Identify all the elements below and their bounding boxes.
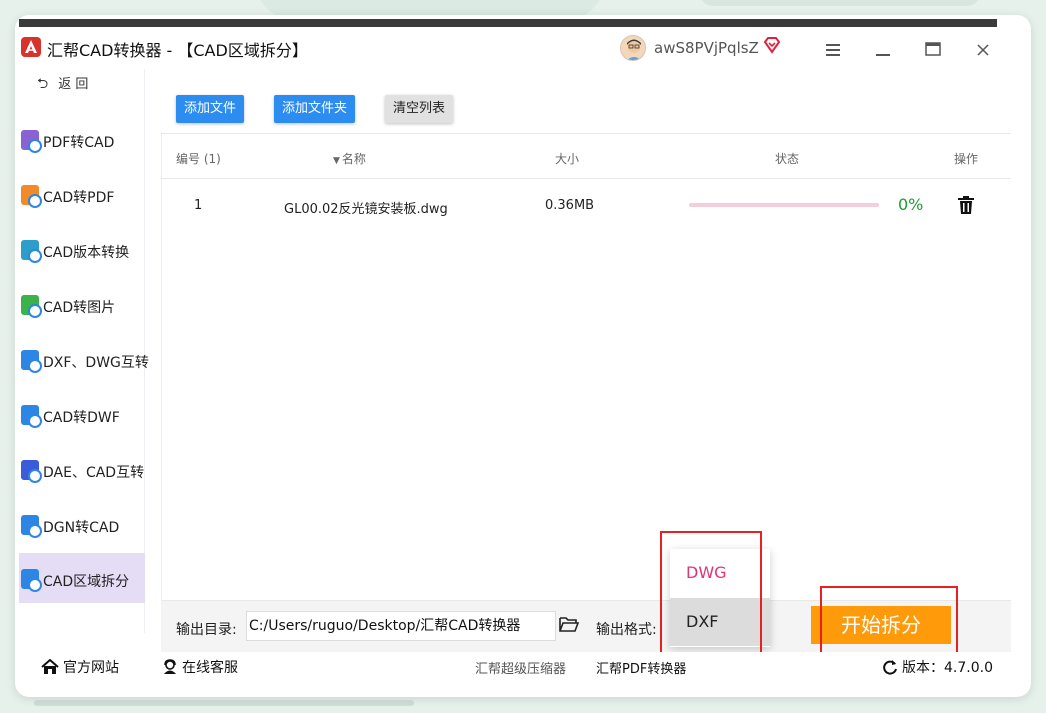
background-shape [34,700,414,706]
sidebar-item-label: PDF转CAD [43,135,115,151]
row-file-name: GL00.02反光镜安装板.dwg [284,202,448,217]
sidebar-item-cad-to-image[interactable]: CAD转图片 [19,279,145,329]
vip-diamond-icon[interactable] [763,36,781,54]
online-service-link[interactable]: 在线客服 [162,657,238,677]
cad-split-icon [21,569,42,592]
version-info[interactable]: 版本：4.7.0.0 [882,657,993,677]
maximize-button[interactable] [919,35,947,63]
username[interactable]: awS8PVjPqlsZ [654,39,759,57]
minimize-icon [876,54,890,56]
output-dir-input[interactable]: C:/Users/ruguo/Desktop/汇帮CAD转换器 [246,611,556,641]
sidebar-item-label: DXF、DWG互转 [43,355,149,371]
app-logo-icon [21,37,41,57]
version-label: 版本：4.7.0.0 [902,660,993,676]
user-avatar[interactable] [620,35,646,61]
sidebar-item-cad-split[interactable]: CAD区域拆分 [19,553,145,603]
clear-list-button[interactable]: 清空列表 [385,95,454,123]
sidebar-item-pdf-to-cad[interactable]: PDF转CAD [19,114,145,164]
minimize-button[interactable] [869,35,897,63]
sidebar-item-dxf-dwg[interactable]: DXF、DWG互转 [19,334,149,384]
maximize-icon [925,42,941,56]
hamburger-icon [826,44,840,56]
back-button[interactable]: ⮌ 返 回 [37,73,88,97]
add-folder-button[interactable]: 添加文件夹 [274,95,356,123]
pdf-converter-link[interactable]: 汇帮PDF转换器 [596,658,686,677]
column-size: 大小 [555,152,580,166]
official-website-label: 官方网站 [63,660,119,676]
sidebar: ⮌ 返 回 PDF转CAD CAD转PDF CAD版本转换 CAD转图片 DXF、… [19,69,149,633]
window-top-strip [19,19,997,27]
cad-to-dwf-icon [21,405,42,428]
dxf-dwg-icon [21,350,42,373]
sidebar-item-dae-cad[interactable]: DAE、CAD互转 [19,444,145,494]
row-progress-bar [689,203,879,207]
sidebar-item-label: CAD区域拆分 [43,574,130,590]
sidebar-item-cad-version[interactable]: CAD版本转换 [19,224,145,274]
row-progress-percent: 0% [898,195,924,214]
home-icon [41,659,59,674]
background-shape [700,0,980,6]
output-dir-label: 输出目录: [176,622,237,638]
compressor-link[interactable]: 汇帮超级压缩器 [475,658,566,677]
sidebar-item-cad-to-pdf[interactable]: CAD转PDF [19,169,145,219]
column-action: 操作 [954,152,979,166]
sidebar-item-dgn-to-cad[interactable]: DGN转CAD [19,499,145,549]
sidebar-item-cad-to-dwf[interactable]: CAD转DWF [19,389,145,439]
sidebar-item-label: DAE、CAD互转 [43,465,145,481]
sidebar-item-label: CAD转图片 [43,300,116,316]
cad-version-icon [21,240,42,263]
add-file-button[interactable]: 添加文件 [176,95,245,123]
cad-to-pdf-icon [21,185,42,208]
footer: 官方网站 在线客服 汇帮超级压缩器 汇帮PDF转换器 版本：4.7.0.0 [19,652,997,680]
column-name[interactable]: ▼ 名称 [333,150,366,167]
folder-open-icon[interactable] [559,615,580,633]
delete-trash-icon[interactable] [958,196,974,214]
sort-down-icon: ▼ [333,156,340,166]
output-format-label: 输出格式: [596,622,657,638]
title-bar: 汇帮CAD转换器 - 【CAD区域拆分】 awS8PVjPqlsZ [19,27,997,69]
cad-to-image-icon [21,295,42,318]
back-arrow-icon: ⮌ [37,76,49,92]
row-file-size: 0.36MB [545,198,595,213]
sidebar-item-label: CAD版本转换 [43,245,130,261]
window-title: 汇帮CAD转换器 - 【CAD区域拆分】 [47,41,308,60]
column-name-label: 名称 [341,152,366,166]
official-website-link[interactable]: 官方网站 [41,657,119,677]
dgn-to-cad-icon [21,515,42,538]
menu-button[interactable] [819,35,847,63]
column-status: 状态 [775,152,800,166]
refresh-icon [883,660,897,675]
close-button[interactable] [969,35,997,63]
table-header: 编号 (1) ▼ 名称 大小 状态 操作 [161,133,1011,179]
annotation-box-format [660,531,762,655]
sidebar-item-label: CAD转DWF [43,410,120,426]
row-number: 1 [194,198,203,213]
sidebar-item-label: CAD转PDF [43,190,115,206]
close-icon [977,44,989,56]
online-service-label: 在线客服 [182,660,238,676]
sidebar-item-label: DGN转CAD [43,520,120,536]
pdf-to-cad-icon [21,130,42,153]
table-row: 1 GL00.02反光镜安装板.dwg 0.36MB 0% [161,180,1011,230]
back-label: 返 回 [58,77,89,92]
column-number: 编号 (1) [176,152,221,166]
customer-service-icon [164,659,176,674]
dae-cad-icon [21,460,42,483]
